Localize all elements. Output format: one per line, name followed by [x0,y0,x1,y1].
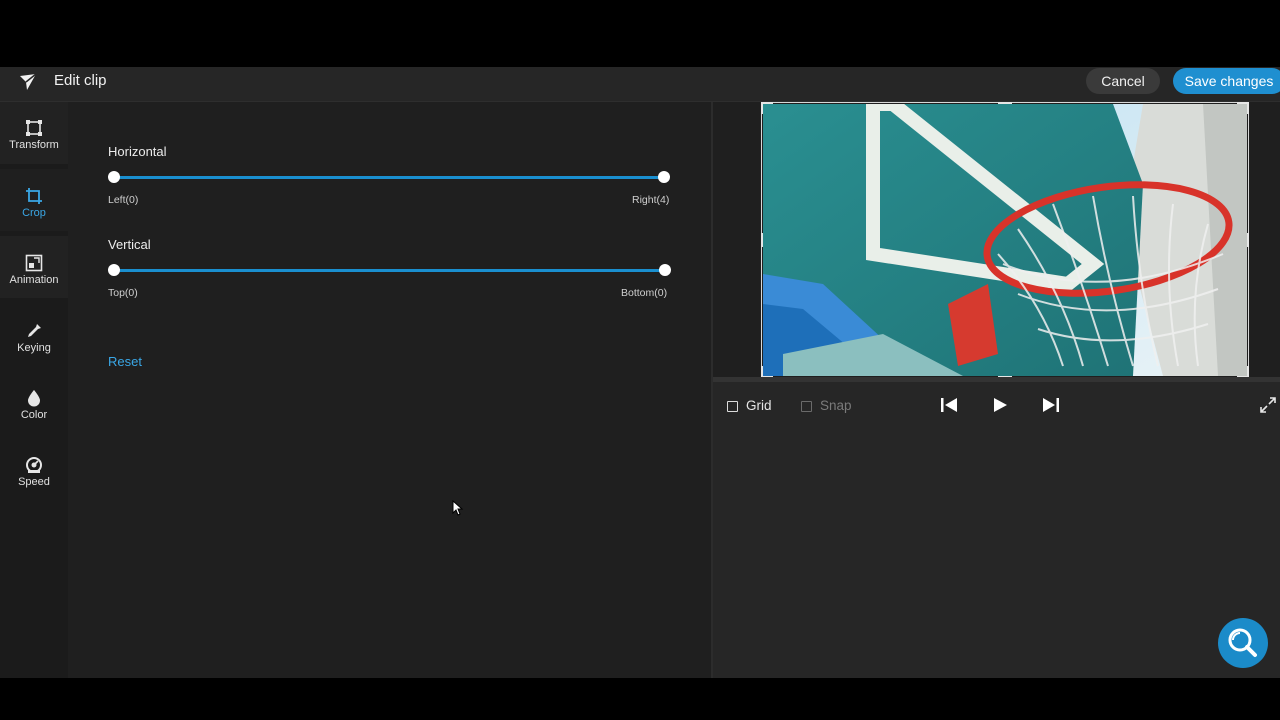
transform-icon [26,120,42,136]
horizontal-left-handle[interactable] [108,171,120,183]
snap-label: Snap [820,398,852,413]
header-bar: Edit clip Cancel Save changes [0,67,1280,102]
sidebar-item-crop[interactable]: Crop [0,169,68,231]
vertical-max-label: Bottom(0) [621,287,668,299]
reset-link[interactable]: Reset [108,354,142,369]
droplet-icon [28,390,40,407]
vertical-label: Vertical [108,237,151,252]
fullscreen-icon[interactable] [1260,397,1276,413]
horizontal-min-label: Left(0) [108,194,139,206]
sidebar: Transform Crop Animation Keying Color Sp… [0,102,68,678]
vertical-slider-track[interactable] [114,269,665,272]
vertical-bottom-handle[interactable] [659,264,671,276]
animation-icon [25,254,43,272]
sidebar-item-label: Keying [17,342,51,354]
magnifier-icon [1228,628,1257,657]
timeline-area [713,429,1280,678]
horizontal-right-handle[interactable] [658,171,670,183]
grid-checkbox[interactable] [727,401,738,412]
sidebar-item-label: Speed [18,476,50,488]
search-help-button[interactable] [1218,618,1268,668]
sidebar-item-speed[interactable]: Speed [0,438,68,500]
snap-checkbox[interactable] [801,401,812,412]
sidebar-item-label: Animation [9,274,59,286]
sidebar-item-color[interactable]: Color [0,371,68,433]
play-icon[interactable] [992,397,1008,413]
grid-label: Grid [746,398,772,413]
crop-edge-handle[interactable] [761,233,763,247]
eyedropper-icon [28,324,41,337]
skip-back-icon[interactable] [940,397,958,413]
horizontal-max-label: Right(4) [632,194,670,206]
sidebar-item-label: Color [20,409,48,421]
sidebar-item-animation[interactable]: Animation [0,236,68,298]
crop-edge-handle[interactable] [998,102,1012,104]
cancel-button[interactable]: Cancel [1086,68,1160,94]
mouse-cursor-icon [452,500,464,516]
app-logo-icon [20,73,37,90]
sidebar-item-label: Transform [9,139,59,151]
crop-frame[interactable] [761,102,1249,378]
crop-editor-panel: Horizontal Left(0) Right(4) Vertical Top… [68,102,711,678]
skip-forward-icon[interactable] [1042,397,1060,413]
crop-corner-handle[interactable] [761,102,763,114]
crop-icon [26,188,42,204]
save-changes-button[interactable]: Save changes [1173,68,1280,94]
crop-edge-handle[interactable] [1247,233,1249,247]
sidebar-item-label: Crop [22,207,46,219]
preview-controls: Grid Snap [713,377,1280,435]
speedometer-icon [26,457,42,473]
vertical-min-label: Top(0) [108,287,138,299]
sidebar-item-keying[interactable]: Keying [0,304,68,366]
preview-area [713,102,1280,378]
horizontal-slider-track[interactable] [114,176,665,179]
horizontal-label: Horizontal [108,144,167,159]
vertical-top-handle[interactable] [108,264,120,276]
page-title: Edit clip [54,72,107,89]
sidebar-item-transform[interactable]: Transform [0,102,68,164]
edit-clip-window: Edit clip Cancel Save changes Transform … [0,67,1280,678]
crop-corner-handle[interactable] [1247,102,1249,114]
